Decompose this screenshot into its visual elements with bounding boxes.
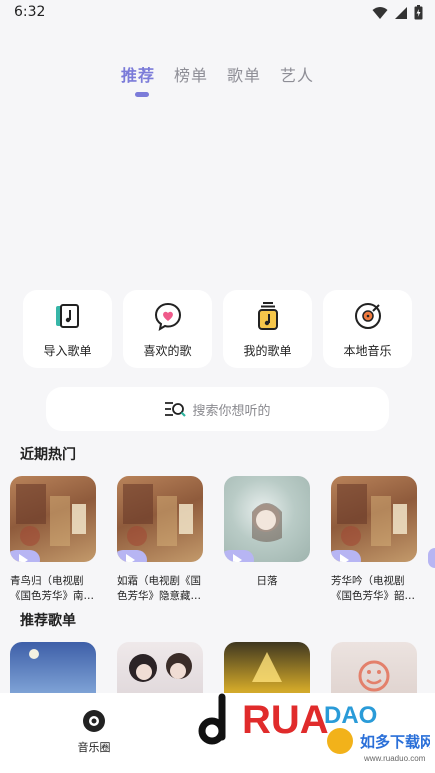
my-playlists-button[interactable]: 我的歌单 xyxy=(223,290,312,368)
local-music-button[interactable]: 本地音乐 xyxy=(323,290,412,368)
play-icon xyxy=(233,554,242,562)
watermark-logo: RUA DAO 如多下载网 www.ruaduo.com xyxy=(242,698,430,763)
hot-item[interactable]: 如霜（电视剧《国色芳华》隐意藏… xyxy=(117,476,203,604)
wifi-icon xyxy=(372,6,388,19)
svg-text:DAO: DAO xyxy=(324,702,377,729)
play-icon xyxy=(126,554,135,562)
play-button[interactable] xyxy=(117,550,147,562)
import-playlist-label: 导入歌单 xyxy=(43,344,92,358)
album-cover xyxy=(10,476,96,562)
nav-music-circle-label: 音乐圈 xyxy=(77,741,111,754)
hot-item[interactable]: 芳华吟（电视剧《国色芳华》韶… xyxy=(331,476,417,604)
tab-playlists[interactable]: 歌单 xyxy=(227,62,261,86)
hot-section-title: 近期热门 xyxy=(20,447,76,463)
app-logo[interactable] xyxy=(190,693,236,753)
status-time: 6:32 xyxy=(14,4,46,20)
battery-icon xyxy=(414,5,423,20)
liked-songs-button[interactable]: 喜欢的歌 xyxy=(123,290,212,368)
play-button[interactable] xyxy=(331,550,361,562)
tab-recommend[interactable]: 推荐 xyxy=(121,62,155,86)
heart-chat-icon xyxy=(154,302,181,332)
bottom-nav: 音乐圈 RUA DAO 如多下载网 www.ruaduo.com xyxy=(0,693,435,773)
play-icon xyxy=(340,554,349,562)
local-music-label: 本地音乐 xyxy=(343,344,392,358)
tab-charts[interactable]: 榜单 xyxy=(174,62,208,86)
quick-actions: 导入歌单 喜欢的歌 我的歌单 本地音乐 xyxy=(23,290,412,368)
song-title: 青鸟归（电视剧《国色芳华》南… xyxy=(10,575,94,602)
search-placeholder: 搜索你想听的 xyxy=(192,403,271,419)
play-icon xyxy=(19,554,28,562)
import-playlist-button[interactable]: 导入歌单 xyxy=(23,290,112,368)
import-playlist-icon xyxy=(55,304,79,328)
music-circle-icon xyxy=(83,710,105,732)
search-icon xyxy=(165,402,187,417)
playlists-section-title: 推荐歌单 xyxy=(20,613,76,629)
tab-artists[interactable]: 艺人 xyxy=(280,62,314,86)
status-bar: 6:32 xyxy=(0,0,435,26)
my-playlist-icon xyxy=(257,302,278,330)
svg-text:www.ruaduo.com: www.ruaduo.com xyxy=(363,754,426,763)
album-cover xyxy=(331,476,417,562)
hot-item[interactable]: 日落 xyxy=(224,476,310,604)
song-title: 日落 xyxy=(256,575,278,587)
play-button[interactable] xyxy=(10,550,40,562)
svg-text:如多下载网: 如多下载网 xyxy=(360,733,430,751)
active-tab-indicator xyxy=(135,92,149,97)
album-cover xyxy=(117,476,203,562)
song-title: 芳华吟（电视剧《国色芳华》韶… xyxy=(331,575,415,602)
my-playlists-label: 我的歌单 xyxy=(243,344,292,358)
nav-music-circle[interactable]: 音乐圈 xyxy=(62,709,126,755)
vinyl-disc-icon xyxy=(354,303,381,329)
search-bar[interactable]: 搜索你想听的 xyxy=(46,387,389,431)
play-button[interactable] xyxy=(428,548,435,568)
play-button[interactable] xyxy=(224,550,254,562)
top-tabs: 推荐 榜单 歌单 艺人 xyxy=(0,62,435,86)
hot-list: 青鸟归（电视剧《国色芳华》南… 如霜（电视剧《国色芳华》隐意藏… 日落 芳华吟（… xyxy=(10,476,417,604)
liked-songs-label: 喜欢的歌 xyxy=(143,344,192,358)
hot-item[interactable]: 青鸟归（电视剧《国色芳华》南… xyxy=(10,476,96,604)
svg-text:RUA: RUA xyxy=(242,698,329,742)
album-cover xyxy=(224,476,310,562)
song-title: 如霜（电视剧《国色芳华》隐意藏… xyxy=(117,575,201,602)
status-icons xyxy=(372,5,423,20)
signal-icon xyxy=(395,6,407,19)
